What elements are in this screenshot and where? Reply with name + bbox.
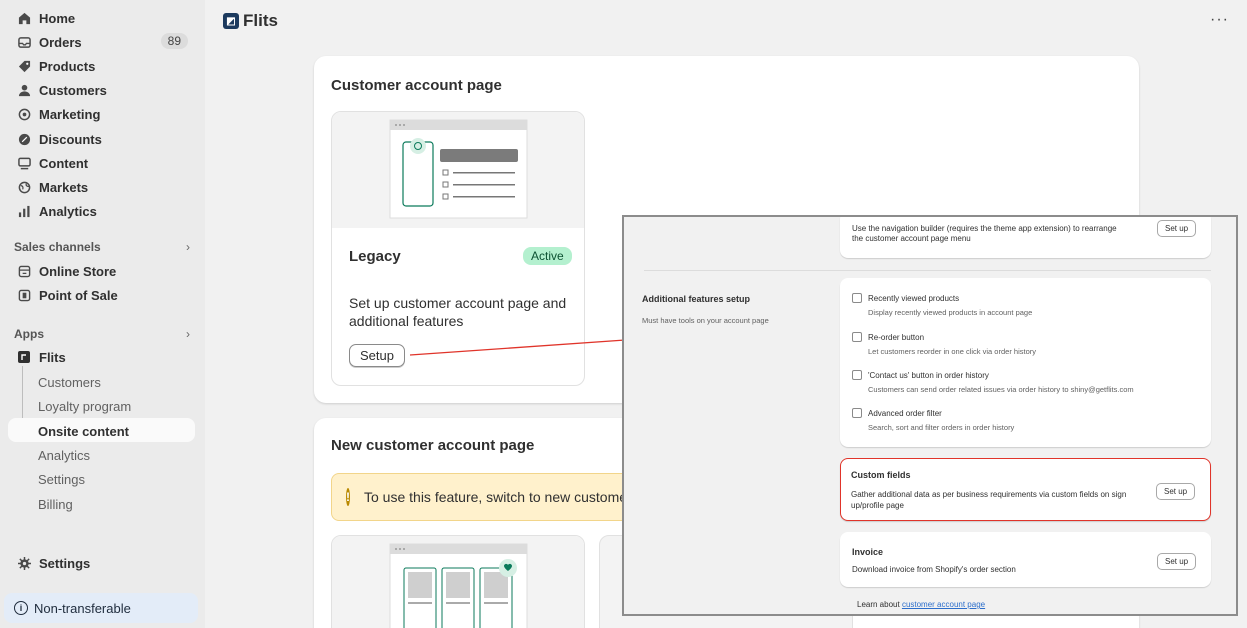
recently-viewed-checkbox[interactable] bbox=[852, 293, 862, 303]
feature-description: Display recently viewed products in acco… bbox=[868, 308, 1033, 317]
advanced-filter-checkbox[interactable] bbox=[852, 408, 862, 418]
custom-fields-description: Gather additional data as per business r… bbox=[851, 490, 1127, 510]
invoice-title: Invoice bbox=[852, 547, 884, 557]
customer-account-page-link[interactable]: customer account page bbox=[902, 600, 985, 609]
feature-description: Customers can send order related issues … bbox=[868, 385, 1134, 394]
additional-features-card: Recently viewed products Display recentl… bbox=[840, 278, 1211, 447]
learn-prefix: Learn about bbox=[857, 600, 902, 609]
custom-fields-card: Custom fields Gather additional data as … bbox=[840, 458, 1211, 521]
learn-more-text: Learn about customer account page bbox=[857, 600, 985, 609]
feature-setup-overlay: Use the navigation builder (requires the… bbox=[622, 215, 1238, 616]
feature-description: Let customers reorder in one click via o… bbox=[868, 347, 1036, 356]
invoice-card: Invoice Download invoice from Shopify's … bbox=[840, 532, 1211, 587]
custom-fields-setup-button[interactable]: Set up bbox=[1156, 483, 1196, 500]
invoice-setup-button[interactable]: Set up bbox=[1157, 553, 1197, 570]
reorder-checkbox[interactable] bbox=[852, 332, 862, 342]
contact-us-checkbox[interactable] bbox=[852, 370, 862, 380]
divider bbox=[644, 270, 1211, 271]
nav-builder-setup-button[interactable]: Set up bbox=[1157, 220, 1197, 237]
additional-features-title: Additional features setup bbox=[642, 294, 751, 304]
nav-builder-description: Use the navigation builder (requires the… bbox=[852, 224, 1117, 243]
custom-fields-title: Custom fields bbox=[851, 470, 911, 480]
feature-label: Re-order button bbox=[868, 333, 925, 342]
feature-description: Search, sort and filter orders in order … bbox=[868, 423, 1015, 432]
feature-label: Advanced order filter bbox=[868, 409, 942, 418]
navigation-builder-card: Use the navigation builder (requires the… bbox=[840, 217, 1211, 258]
feature-label: Recently viewed products bbox=[868, 294, 960, 303]
additional-features-description: Must have tools on your account page bbox=[642, 316, 769, 325]
feature-label: 'Contact us' button in order history bbox=[868, 371, 989, 380]
invoice-description: Download invoice from Shopify's order se… bbox=[852, 565, 1016, 574]
